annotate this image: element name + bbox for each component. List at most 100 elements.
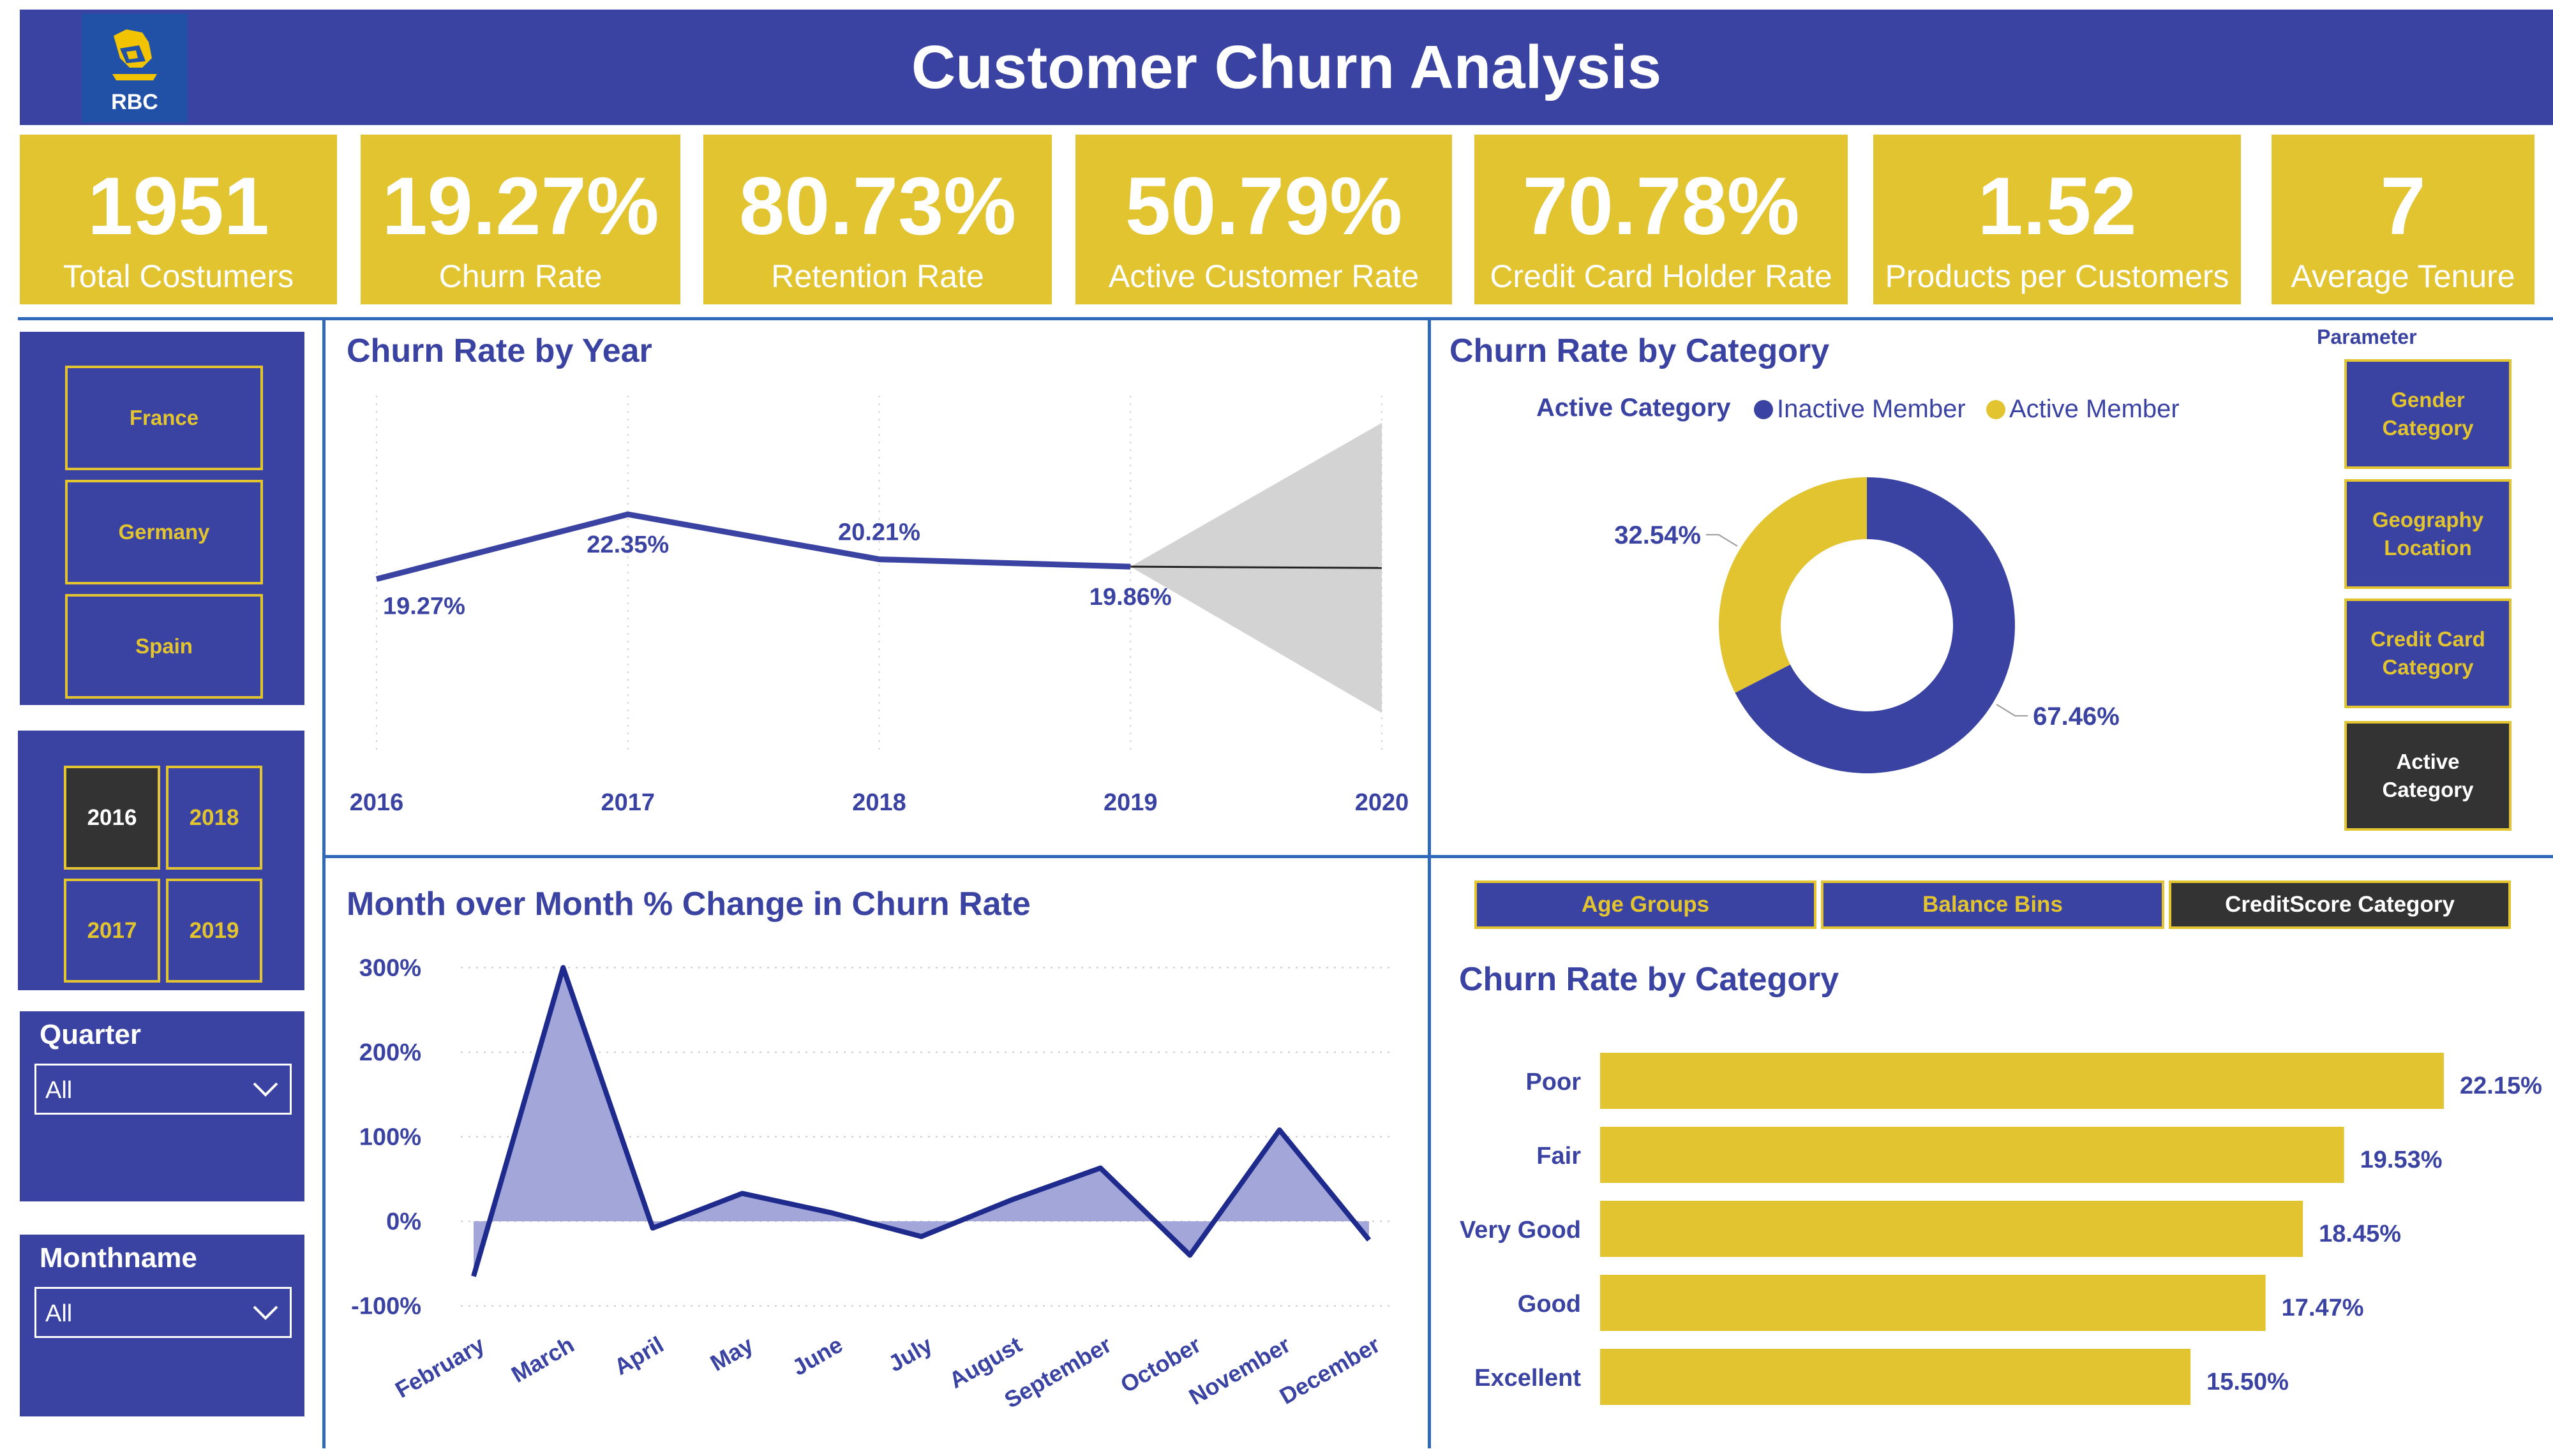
- age-groups-button[interactable]: Age Groups: [1474, 880, 1816, 929]
- kpi-retention-rate: 80.73% Retention Rate: [703, 135, 1052, 304]
- kpi-value: 1.52: [1977, 161, 2137, 252]
- data-label: 22.15%: [2460, 1073, 2542, 1099]
- balance-bins-button[interactable]: Balance Bins: [1821, 880, 2164, 929]
- rbc-logo: RBC: [82, 13, 188, 123]
- data-label: 20.21%: [838, 519, 920, 546]
- quarter-label: Quarter: [40, 1019, 141, 1050]
- kpi-products-per-customer: 1.52 Products per Customers: [1873, 135, 2241, 304]
- kpi-value: 50.79%: [1125, 161, 1403, 252]
- year-slicer: 2016 2018 2017 2019: [18, 731, 304, 990]
- x-tick-label: July: [884, 1331, 937, 1377]
- data-label: 19.53%: [2360, 1147, 2443, 1173]
- kpi-label: Total Costumers: [63, 258, 294, 294]
- chevron-down-icon: [253, 1298, 278, 1326]
- x-tick-label: 2019: [1104, 789, 1158, 816]
- data-label: 18.45%: [2319, 1221, 2401, 1247]
- divider: [18, 317, 2553, 320]
- churn-by-year-title: Churn Rate by Year: [347, 332, 652, 369]
- kpi-label: Products per Customers: [1885, 258, 2229, 294]
- data-label: 19.86%: [1089, 584, 1172, 611]
- data-label: 19.27%: [383, 593, 465, 620]
- x-tick-label: November: [1185, 1331, 1295, 1410]
- legend-title: Active Category: [1536, 394, 1731, 422]
- country-france-button[interactable]: France: [65, 366, 263, 470]
- kpi-value: 19.27%: [382, 161, 659, 252]
- x-tick-label: May: [706, 1331, 758, 1376]
- y-tick-label: 300%: [359, 955, 421, 982]
- x-tick-label: 2020: [1355, 789, 1409, 816]
- bar: [1600, 1275, 2266, 1331]
- kpi-active-customer-rate: 50.79% Active Customer Rate: [1075, 135, 1452, 304]
- chevron-down-icon: [253, 1074, 278, 1103]
- churn-by-category-donut: 67.46% 32.54%: [1614, 477, 2120, 773]
- leader-line: [1996, 704, 2028, 717]
- legend-item-inactive: Inactive Member: [1754, 395, 1966, 424]
- kpi-total-customers: 1951 Total Costumers: [20, 135, 337, 304]
- data-label: 15.50%: [2206, 1369, 2289, 1395]
- creditscore-churn-title: Churn Rate by Category: [1459, 961, 1839, 998]
- x-tick-label: December: [1275, 1331, 1384, 1409]
- gender-category-button[interactable]: Gender Category: [2344, 359, 2512, 469]
- active-category-button[interactable]: Active Category: [2344, 721, 2512, 831]
- bar: [1600, 1127, 2344, 1183]
- churn-by-year-chart: 19.27% 22.35% 20.21% 19.86% 2016 2017 2018 2019…: [350, 396, 1409, 816]
- forecast-line: [1130, 565, 1382, 569]
- data-label: 67.46%: [2033, 702, 2120, 731]
- monthname-label: Monthname: [40, 1242, 197, 1274]
- divider: [322, 855, 2553, 858]
- monthname-dropdown[interactable]: All: [34, 1287, 292, 1338]
- bar: [1600, 1349, 2191, 1405]
- legend-marker: [1986, 399, 2005, 419]
- year-2018-button[interactable]: 2018: [166, 766, 262, 870]
- monthname-value: All: [45, 1300, 73, 1327]
- kpi-value: 7: [2380, 161, 2426, 252]
- svg-text:RBC: RBC: [111, 90, 158, 114]
- year-2019-button[interactable]: 2019: [166, 879, 262, 983]
- x-tick-label: 2016: [350, 789, 404, 816]
- category-label: Good: [1518, 1291, 1581, 1318]
- y-tick-label: -100%: [351, 1293, 421, 1320]
- quarter-dropdown[interactable]: All: [34, 1064, 292, 1115]
- area-fill: [474, 967, 1369, 1277]
- year-2017-button[interactable]: 2017: [64, 879, 160, 983]
- creditscore-churn-bar-chart: Poor 22.15% Fair 19.53% Very Good 18.45% Good 1…: [1460, 1053, 2542, 1405]
- churn-by-category-title: Churn Rate by Category: [1449, 332, 1830, 369]
- quarter-slicer: Quarter All: [20, 1011, 304, 1201]
- kpi-value: 80.73%: [738, 161, 1017, 252]
- mom-change-title: Month over Month % Change in Churn Rate: [347, 886, 1031, 923]
- country-germany-button[interactable]: Germany: [65, 480, 263, 584]
- country-spain-button[interactable]: Spain: [65, 594, 263, 699]
- kpi-average-tenure: 7 Average Tenure: [2272, 135, 2534, 304]
- kpi-label: Active Customer Rate: [1108, 258, 1419, 294]
- data-label: 32.54%: [1614, 521, 1701, 549]
- credit-card-category-button[interactable]: Credit Card Category: [2344, 598, 2512, 708]
- kpi-value: 1951: [87, 161, 269, 252]
- kpi-label: Retention Rate: [771, 258, 984, 294]
- country-slicer: France Germany Spain: [20, 332, 304, 705]
- x-tick-label: February: [391, 1331, 489, 1403]
- creditscore-category-button[interactable]: CreditScore Category: [2169, 880, 2511, 929]
- category-label: Fair: [1536, 1143, 1581, 1170]
- x-tick-label: April: [610, 1331, 668, 1380]
- x-tick-label: 2017: [601, 789, 655, 816]
- series-line: [375, 511, 1131, 582]
- mom-change-chart: 300% 200% 100% 0% -100% February March April May…: [351, 955, 1391, 1413]
- kpi-credit-card-holder-rate: 70.78% Credit Card Holder Rate: [1474, 135, 1848, 304]
- x-tick-label: March: [507, 1331, 578, 1388]
- x-tick-label: June: [788, 1331, 847, 1381]
- bar: [1600, 1053, 2444, 1109]
- quarter-value: All: [45, 1077, 73, 1104]
- x-tick-label: 2018: [852, 789, 906, 816]
- donut-slice: [1719, 477, 1867, 693]
- geography-location-button[interactable]: Geography Location: [2344, 479, 2512, 589]
- kpi-label: Credit Card Holder Rate: [1490, 258, 1832, 294]
- category-label: Excellent: [1474, 1365, 1581, 1392]
- kpi-churn-rate: 19.27% Churn Rate: [361, 135, 680, 304]
- category-label: Very Good: [1460, 1217, 1581, 1244]
- legend-label: Inactive Member: [1777, 395, 1966, 423]
- year-2016-button[interactable]: 2016: [64, 766, 160, 870]
- kpi-label: Churn Rate: [438, 258, 603, 294]
- y-tick-label: 100%: [359, 1124, 421, 1151]
- bar: [1600, 1201, 2303, 1257]
- monthname-slicer: Monthname All: [20, 1235, 304, 1416]
